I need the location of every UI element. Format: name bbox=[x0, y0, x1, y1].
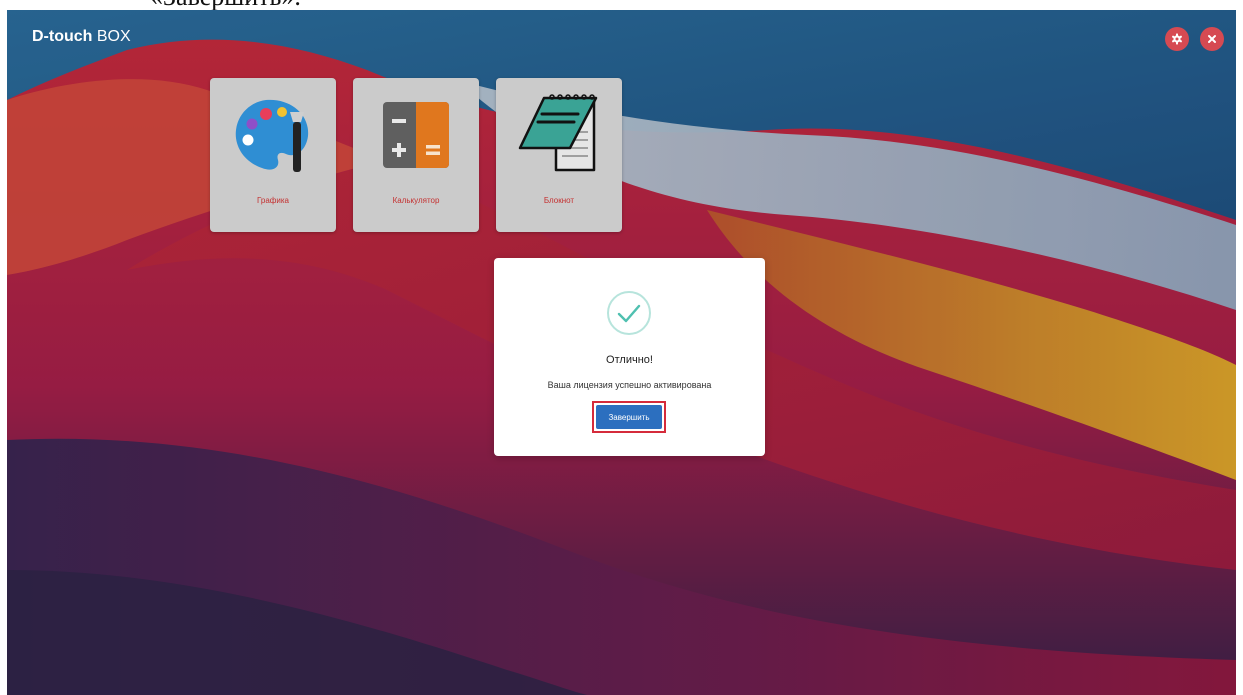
app-screen: D-touch BOX Графика Калькулятор Блокнот … bbox=[7, 10, 1236, 695]
close-icon bbox=[1208, 35, 1216, 43]
notepad-icon bbox=[518, 94, 598, 172]
app-title-rest: BOX bbox=[92, 28, 131, 45]
app-title-bold: D-touch bbox=[32, 28, 93, 45]
tile-label: Блокнот bbox=[543, 196, 575, 205]
finish-button-highlight: Завершить bbox=[592, 401, 666, 433]
calculator-icon bbox=[383, 102, 449, 168]
close-button[interactable] bbox=[1200, 27, 1224, 51]
check-circle-icon bbox=[607, 291, 651, 335]
palette-icon bbox=[235, 99, 309, 172]
finish-button[interactable]: Завершить bbox=[596, 405, 662, 429]
success-dialog: Отлично! Ваша лицензия успешно активиров… bbox=[494, 258, 765, 456]
dialog-message: Ваша лицензия успешно активирована bbox=[547, 380, 712, 390]
gear-icon bbox=[1171, 33, 1183, 45]
tile-label: Калькулятор bbox=[392, 196, 440, 205]
document-text-fragment: «Завершить». bbox=[150, 0, 301, 10]
app-title: D-touch BOX bbox=[32, 28, 131, 46]
tile-label: Графика bbox=[257, 196, 289, 205]
tile-graphics[interactable]: Графика bbox=[210, 78, 336, 232]
tile-notepad[interactable]: Блокнот bbox=[496, 78, 622, 232]
dialog-heading: Отлично! bbox=[606, 354, 653, 366]
tile-calculator[interactable]: Калькулятор bbox=[353, 78, 479, 232]
settings-button[interactable] bbox=[1165, 27, 1189, 51]
